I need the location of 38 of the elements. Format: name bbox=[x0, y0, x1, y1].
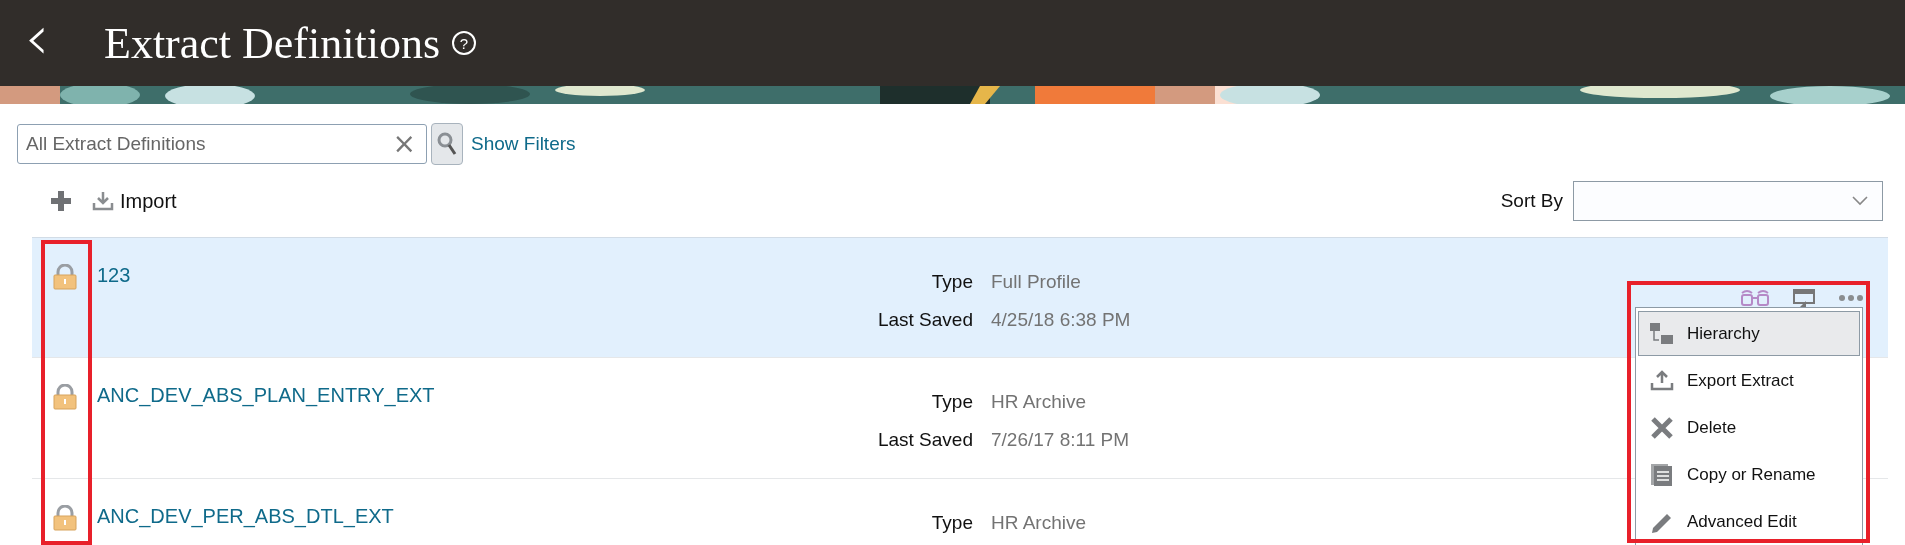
definition-link[interactable]: 123 bbox=[97, 238, 697, 357]
clear-icon[interactable]: × bbox=[392, 130, 416, 158]
more-icon[interactable] bbox=[1838, 294, 1864, 302]
add-button[interactable] bbox=[50, 190, 72, 212]
definition-link[interactable]: ANC_DEV_PER_ABS_DTL_EXT bbox=[97, 479, 697, 545]
field-label: Type bbox=[930, 271, 973, 293]
upload-icon bbox=[1649, 368, 1675, 393]
show-filters-link[interactable]: Show Filters bbox=[471, 133, 576, 155]
document-icon bbox=[1649, 462, 1675, 487]
field-label: Type bbox=[930, 391, 973, 413]
chevron-down-icon bbox=[1852, 196, 1868, 206]
search-icon bbox=[436, 131, 458, 157]
field-value: 7/26/17 8:11 PM bbox=[991, 429, 1130, 451]
field-label: Last Saved bbox=[876, 309, 973, 331]
sort-label: Sort By bbox=[1500, 190, 1563, 212]
field-label: Type bbox=[930, 512, 973, 534]
menu-item[interactable]: Advanced Edit bbox=[1638, 499, 1860, 544]
sort-dropdown[interactable] bbox=[1573, 181, 1883, 221]
menu-item[interactable]: Delete bbox=[1638, 405, 1860, 450]
definition-link[interactable]: ANC_DEV_ABS_PLAN_ENTRY_EXT bbox=[97, 358, 697, 478]
field-label: Last Saved bbox=[876, 429, 973, 451]
search-button[interactable] bbox=[431, 123, 463, 165]
page-title: Extract Definitions bbox=[104, 17, 440, 69]
card-icon[interactable] bbox=[1792, 288, 1816, 308]
field-value: HR Archive bbox=[991, 391, 1088, 413]
field-value: Full Profile bbox=[991, 271, 1082, 293]
back-button[interactable]: ‹ bbox=[18, 7, 56, 79]
import-button[interactable]: Import bbox=[92, 189, 177, 213]
help-button[interactable]: ? bbox=[452, 31, 476, 55]
glasses-icon[interactable] bbox=[1740, 289, 1770, 307]
menu-item[interactable]: Export Extract bbox=[1638, 358, 1860, 403]
download-icon bbox=[92, 190, 114, 212]
menu-item[interactable]: Hierarchy bbox=[1638, 311, 1860, 356]
field-value: HR Archive bbox=[991, 512, 1087, 534]
field-value: 4/25/18 6:38 PM bbox=[991, 309, 1131, 331]
delete-icon bbox=[1649, 415, 1675, 440]
search-field[interactable]: All Extract Definitions × bbox=[17, 124, 427, 164]
hierarchy-icon bbox=[1649, 321, 1675, 346]
